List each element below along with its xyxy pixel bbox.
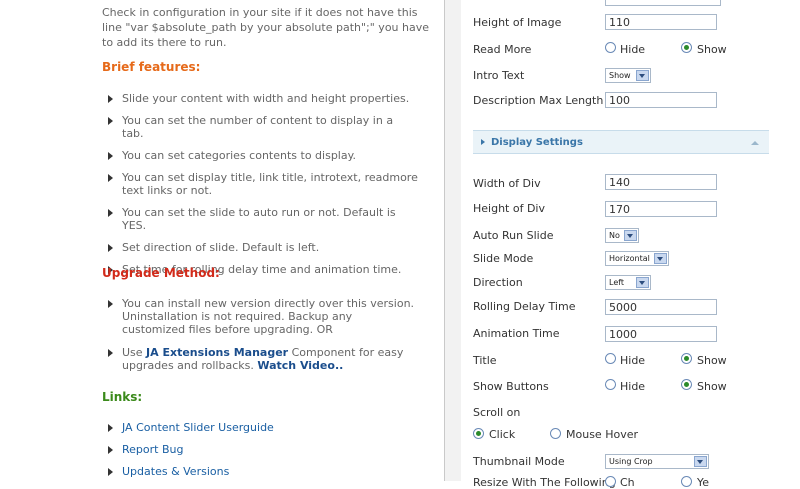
read-more-show-label: Show bbox=[697, 43, 727, 56]
intro-text-label: Intro Text bbox=[473, 69, 525, 82]
slide-mode-select[interactable]: Horizontal bbox=[605, 251, 669, 266]
chevron-down-icon bbox=[694, 456, 707, 467]
scroll-mouse-hover-label: Mouse Hover bbox=[566, 428, 638, 441]
bullet-arrow-icon bbox=[108, 424, 113, 432]
cut-off-input[interactable] bbox=[605, 0, 721, 6]
display-settings-title: Display Settings bbox=[491, 137, 583, 148]
resize-option-1-label: Ch bbox=[620, 476, 635, 489]
list-item: Slide your content with width and height… bbox=[108, 92, 418, 105]
list-item: Use JA Extensions Manager Component for … bbox=[108, 346, 418, 372]
resize-option-2-radio[interactable] bbox=[681, 476, 692, 487]
direction-select[interactable]: Left bbox=[605, 275, 651, 290]
chevron-down-icon bbox=[624, 230, 637, 241]
list-item: Set direction of slide. Default is left. bbox=[108, 241, 418, 254]
read-more-hide-label: Hide bbox=[620, 43, 646, 56]
display-settings-panel-header[interactable]: Display Settings bbox=[473, 130, 769, 154]
resize-label: Resize With The Following bbox=[473, 476, 616, 489]
chevron-down-icon bbox=[654, 253, 667, 264]
bullet-arrow-icon bbox=[108, 300, 113, 308]
bullet-arrow-icon bbox=[108, 95, 113, 103]
width-of-div-input[interactable]: 140 bbox=[605, 174, 717, 190]
brief-features-heading: Brief features: bbox=[102, 60, 201, 74]
show-buttons-hide-label: Hide bbox=[620, 380, 646, 393]
bullet-arrow-icon bbox=[108, 152, 113, 160]
scroll-mouse-hover-radio[interactable] bbox=[550, 428, 561, 439]
bullet-arrow-icon bbox=[108, 446, 113, 454]
list-item: Updates & Versions bbox=[108, 465, 418, 478]
parameters-pane: Height of Image 110 Read More Hide Show … bbox=[461, 0, 800, 489]
slide-mode-label: Slide Mode bbox=[473, 252, 534, 265]
scroll-click-radio[interactable] bbox=[473, 428, 484, 439]
links-list: JA Content Slider Userguide Report Bug U… bbox=[108, 421, 418, 478]
list-item: Report Bug bbox=[108, 443, 418, 456]
collapse-icon[interactable] bbox=[751, 141, 759, 145]
title-label: Title bbox=[473, 354, 497, 367]
auto-run-label: Auto Run Slide bbox=[473, 229, 554, 242]
chevron-down-icon bbox=[636, 70, 649, 81]
scroll-on-label: Scroll on bbox=[473, 406, 521, 419]
resize-option-2-label: Ye bbox=[697, 476, 710, 489]
scroll-click-label: Click bbox=[489, 428, 516, 441]
desc-max-length-label: Description Max Length bbox=[473, 94, 604, 107]
show-buttons-show-label: Show bbox=[697, 380, 727, 393]
desc-max-length-input[interactable]: 100 bbox=[605, 92, 717, 108]
title-show-radio[interactable] bbox=[681, 353, 692, 364]
list-item: You can set the slide to auto run or not… bbox=[108, 206, 418, 232]
expand-arrow-icon bbox=[481, 139, 485, 145]
bullet-arrow-icon bbox=[108, 244, 113, 252]
bullet-arrow-icon bbox=[108, 468, 113, 476]
direction-label: Direction bbox=[473, 276, 523, 289]
upgrade-list: You can install new version directly ove… bbox=[108, 297, 418, 372]
thumbnail-mode-select[interactable]: Using Crop bbox=[605, 454, 709, 469]
list-item: You can install new version directly ove… bbox=[108, 297, 418, 336]
thumbnail-mode-label: Thumbnail Mode bbox=[473, 455, 565, 468]
rolling-delay-input[interactable]: 5000 bbox=[605, 299, 717, 315]
list-item: You can set display title, link title, i… bbox=[108, 171, 418, 197]
brief-features-list: Slide your content with width and height… bbox=[108, 92, 418, 276]
title-hide-radio[interactable] bbox=[605, 353, 616, 364]
watch-video-link[interactable]: Watch Video.. bbox=[257, 359, 343, 372]
updates-versions-link[interactable]: Updates & Versions bbox=[122, 465, 229, 478]
animation-time-label: Animation Time bbox=[473, 327, 560, 340]
bullet-arrow-icon bbox=[108, 349, 113, 357]
read-more-hide-radio[interactable] bbox=[605, 42, 616, 53]
userguide-link[interactable]: JA Content Slider Userguide bbox=[122, 421, 274, 434]
intro-text: Check in configuration in your site if i… bbox=[102, 6, 430, 49]
list-item: JA Content Slider Userguide bbox=[108, 421, 418, 434]
intro-text-select[interactable]: Show bbox=[605, 68, 651, 83]
bullet-arrow-icon bbox=[108, 209, 113, 217]
width-of-div-label: Width of Div bbox=[473, 177, 541, 190]
description-pane: Check in configuration in your site if i… bbox=[0, 0, 444, 481]
height-of-div-input[interactable]: 170 bbox=[605, 201, 717, 217]
animation-time-input[interactable]: 1000 bbox=[605, 326, 717, 342]
chevron-down-icon bbox=[636, 277, 649, 288]
show-buttons-hide-radio[interactable] bbox=[605, 379, 616, 390]
height-of-image-input[interactable]: 110 bbox=[605, 14, 717, 30]
report-bug-link[interactable]: Report Bug bbox=[122, 443, 183, 456]
title-show-label: Show bbox=[697, 354, 727, 367]
bullet-arrow-icon bbox=[108, 117, 113, 125]
bullet-arrow-icon bbox=[108, 174, 113, 182]
read-more-label: Read More bbox=[473, 43, 532, 56]
list-item: You can set categories contents to displ… bbox=[108, 149, 418, 162]
list-item: You can set the number of content to dis… bbox=[108, 114, 418, 140]
pane-gutter bbox=[445, 0, 461, 481]
show-buttons-label: Show Buttons bbox=[473, 380, 549, 393]
height-of-image-label: Height of Image bbox=[473, 16, 562, 29]
rolling-delay-label: Rolling Delay Time bbox=[473, 300, 576, 313]
read-more-show-radio[interactable] bbox=[681, 42, 692, 53]
ja-extensions-manager-link[interactable]: JA Extensions Manager bbox=[146, 346, 288, 359]
height-of-div-label: Height of Div bbox=[473, 202, 545, 215]
links-heading: Links: bbox=[102, 390, 143, 404]
resize-option-1-radio[interactable] bbox=[605, 476, 616, 487]
auto-run-select[interactable]: No bbox=[605, 228, 639, 243]
show-buttons-show-radio[interactable] bbox=[681, 379, 692, 390]
upgrade-method-heading: Upgrade Method: bbox=[102, 266, 220, 280]
title-hide-label: Hide bbox=[620, 354, 646, 367]
